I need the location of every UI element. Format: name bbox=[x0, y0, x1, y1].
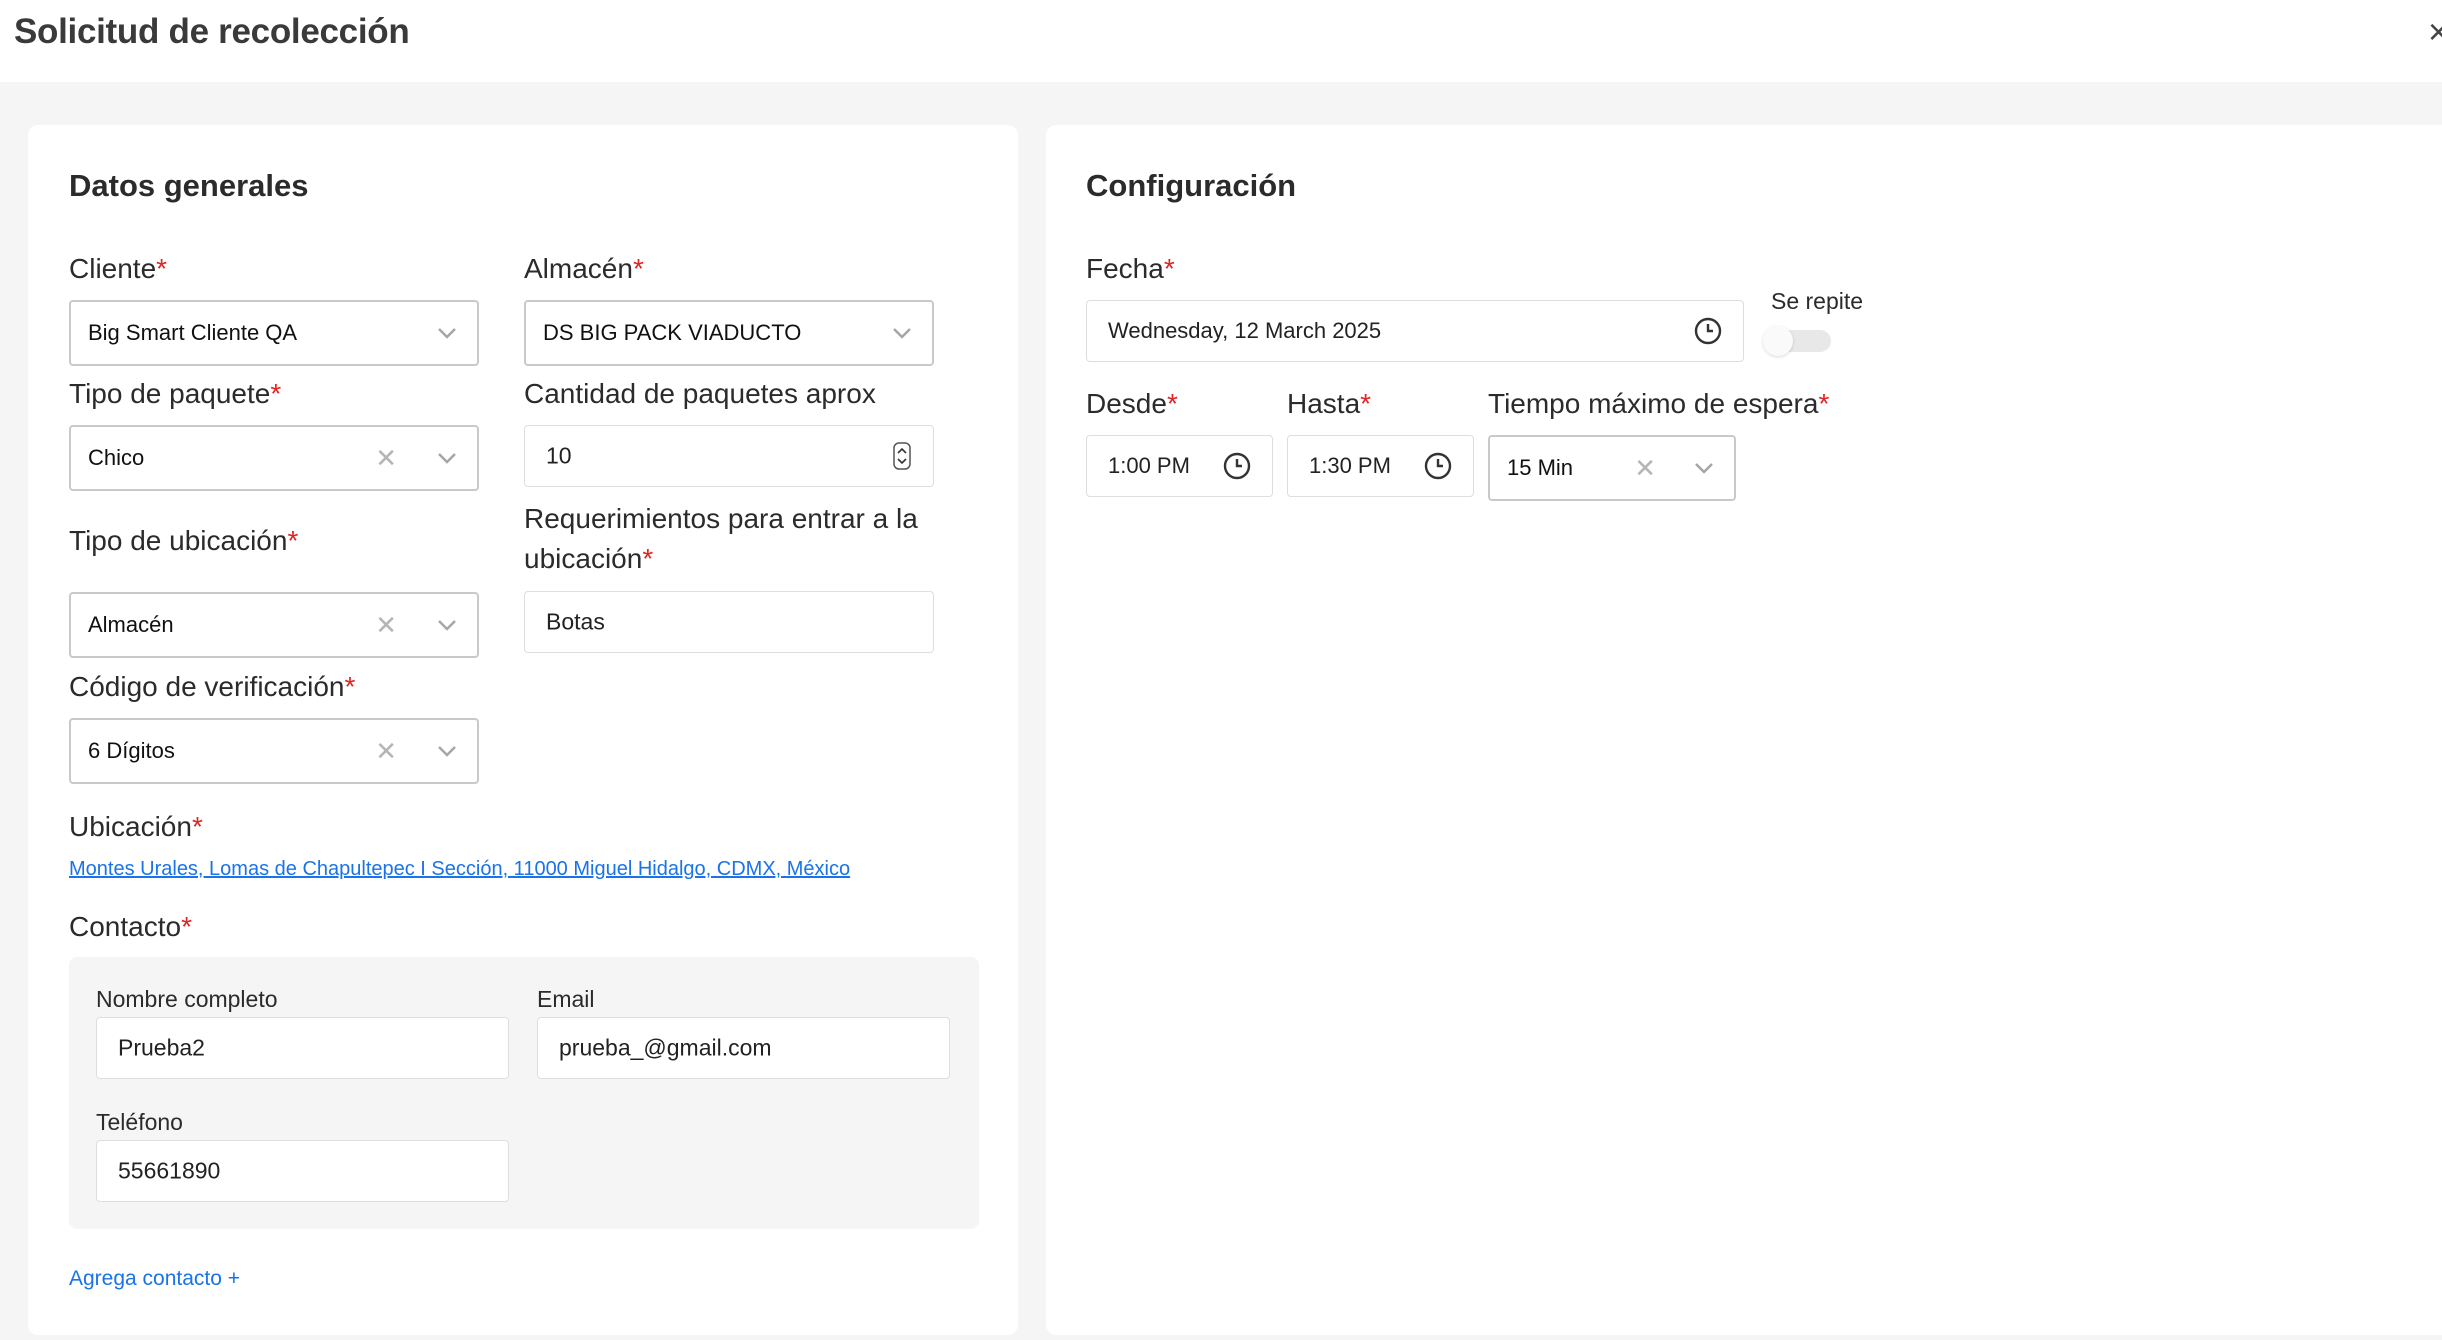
cantidad-label: Cantidad de paquetes aprox bbox=[524, 378, 876, 409]
requerimientos-value: Botas bbox=[546, 608, 605, 635]
requerimientos-input[interactable]: Botas bbox=[524, 591, 934, 653]
telefono-input[interactable]: 55661890 bbox=[96, 1140, 509, 1202]
hasta-input[interactable]: 1:30 PM bbox=[1287, 435, 1474, 497]
almacen-value: DS BIG PACK VIADUCTO bbox=[543, 320, 802, 345]
toggle-knob bbox=[1763, 326, 1793, 356]
chevron-down-icon[interactable] bbox=[1692, 456, 1716, 480]
chevron-down-icon[interactable] bbox=[435, 739, 459, 763]
chevron-down-icon[interactable] bbox=[890, 321, 914, 345]
contacto-label: Contacto* bbox=[69, 911, 192, 942]
contact-card: Nombre completo Prueba2 Email prueba_@gm… bbox=[69, 957, 979, 1229]
almacen-select[interactable]: DS BIG PACK VIADUCTO bbox=[524, 300, 934, 366]
general-data-card: Datos generales Cliente* Big Smart Clien… bbox=[28, 125, 1018, 1335]
configuration-card: Configuración Fecha* Wednesday, 12 March… bbox=[1046, 125, 2442, 1335]
add-contact-link[interactable]: Agrega contacto + bbox=[69, 1267, 240, 1291]
email-input[interactable]: prueba_@gmail.com bbox=[537, 1017, 950, 1079]
page-title: Solicitud de recolección bbox=[14, 12, 410, 51]
ubicacion-label: Ubicación* bbox=[69, 811, 203, 842]
general-section-title: Datos generales bbox=[69, 168, 309, 203]
email-value: prueba_@gmail.com bbox=[559, 1034, 772, 1061]
codigo-label: Código de verificación* bbox=[69, 671, 356, 702]
almacen-label: Almacén* bbox=[524, 253, 644, 284]
fecha-input[interactable]: Wednesday, 12 March 2025 bbox=[1086, 300, 1744, 362]
cantidad-value: 10 bbox=[546, 442, 572, 469]
clear-icon[interactable]: ✕ bbox=[1634, 455, 1656, 481]
codigo-select[interactable]: 6 Dígitos ✕ bbox=[69, 718, 479, 784]
cliente-select[interactable]: Big Smart Cliente QA bbox=[69, 300, 479, 366]
tipo-ubicacion-value: Almacén bbox=[88, 612, 174, 637]
clear-icon[interactable]: ✕ bbox=[375, 445, 397, 471]
nombre-label: Nombre completo bbox=[96, 986, 278, 1012]
nombre-input[interactable]: Prueba2 bbox=[96, 1017, 509, 1079]
requerimientos-label-line2: ubicación* bbox=[524, 543, 654, 574]
clear-icon[interactable]: ✕ bbox=[375, 738, 397, 764]
close-icon[interactable]: × bbox=[2428, 14, 2442, 50]
clock-icon[interactable] bbox=[1423, 451, 1453, 481]
tipo-paquete-value: Chico bbox=[88, 445, 145, 470]
requerimientos-label-line1: Requerimientos para entrar a la bbox=[524, 503, 918, 534]
chevron-down-icon[interactable] bbox=[435, 613, 459, 637]
hasta-label: Hasta* bbox=[1287, 388, 1372, 419]
codigo-value: 6 Dígitos bbox=[88, 738, 175, 763]
cliente-value: Big Smart Cliente QA bbox=[88, 320, 298, 345]
espera-select[interactable]: 15 Min ✕ bbox=[1488, 435, 1736, 501]
espera-label: Tiempo máximo de espera* bbox=[1488, 388, 1830, 419]
address-link[interactable]: Montes Urales, Lomas de Chapultepec I Se… bbox=[69, 858, 850, 881]
tipo-paquete-label: Tipo de paquete* bbox=[69, 378, 282, 409]
fecha-label: Fecha* bbox=[1086, 253, 1175, 284]
tipo-ubicacion-label: Tipo de ubicación* bbox=[69, 525, 299, 556]
telefono-label: Teléfono bbox=[96, 1109, 183, 1135]
modal-header: Solicitud de recolección × bbox=[0, 0, 2442, 82]
clear-icon[interactable]: ✕ bbox=[375, 612, 397, 638]
fecha-value: Wednesday, 12 March 2025 bbox=[1108, 318, 1382, 343]
tipo-paquete-select[interactable]: Chico ✕ bbox=[69, 425, 479, 491]
repeat-toggle[interactable] bbox=[1763, 326, 1835, 356]
repite-label: Se repite bbox=[1771, 288, 1864, 314]
cantidad-input[interactable]: 10 bbox=[524, 425, 934, 487]
chevron-down-icon[interactable] bbox=[435, 321, 459, 345]
hasta-value: 1:30 PM bbox=[1309, 453, 1391, 478]
clock-icon[interactable] bbox=[1222, 451, 1252, 481]
config-section-title: Configuración bbox=[1086, 168, 1297, 203]
clock-icon[interactable] bbox=[1693, 316, 1723, 346]
desde-label: Desde* bbox=[1086, 388, 1178, 419]
chevron-down-icon[interactable] bbox=[435, 446, 459, 470]
desde-input[interactable]: 1:00 PM bbox=[1086, 435, 1273, 497]
desde-value: 1:00 PM bbox=[1108, 453, 1190, 478]
telefono-value: 55661890 bbox=[118, 1157, 221, 1184]
nombre-value: Prueba2 bbox=[118, 1034, 205, 1061]
stepper-icon[interactable] bbox=[893, 442, 911, 470]
tipo-ubicacion-select[interactable]: Almacén ✕ bbox=[69, 592, 479, 658]
email-label: Email bbox=[537, 986, 595, 1012]
cliente-label: Cliente* bbox=[69, 253, 168, 284]
espera-value: 15 Min bbox=[1507, 455, 1574, 480]
